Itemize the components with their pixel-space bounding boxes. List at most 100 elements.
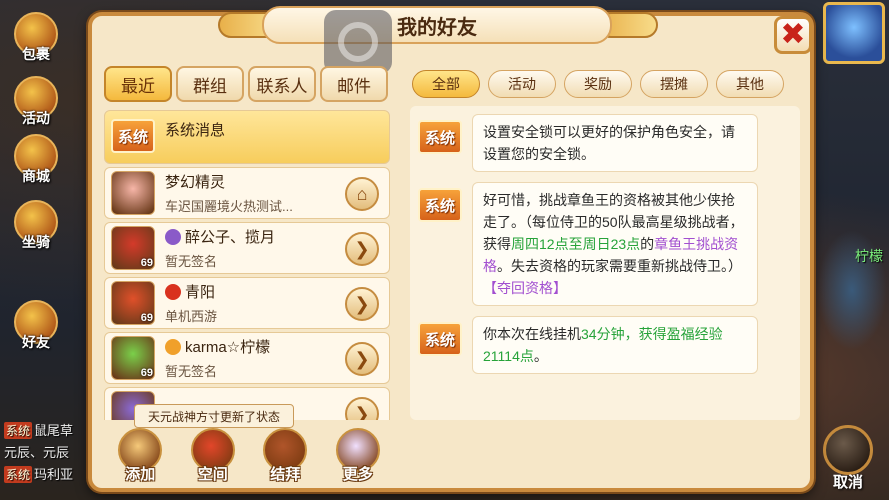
chat-line: 元辰、元辰	[4, 442, 69, 461]
message-bubble: 设置安全锁可以更好的保护角色安全，请设置您的安全锁。	[472, 114, 758, 172]
avatar[interactable]: 69	[111, 336, 155, 380]
left-menu-0[interactable]: 包裹	[8, 8, 64, 64]
level-badge: 69	[140, 257, 153, 269]
arrow-button[interactable]: ❯	[345, 342, 379, 376]
home-button[interactable]: ⌂	[345, 177, 379, 211]
contact-name-text: 青阳	[185, 284, 216, 301]
message-filters: 全部 活动 奖励 摆摊 其他	[412, 70, 784, 98]
level-badge: 69	[140, 367, 153, 379]
contact-name: 醉公子、揽月	[165, 226, 275, 247]
contact-name: 系统消息	[165, 122, 226, 139]
contact-name-text: 梦幻精灵	[165, 174, 226, 191]
message-text: ，获得盈福经验	[624, 326, 723, 342]
arrow-button[interactable]: ❯	[345, 232, 379, 266]
contact-name-text: 醉公子、揽月	[185, 229, 276, 246]
contact-list[interactable]: 系统 系统消息梦幻精灵车迟国麗境火热测试... ⌂ 69 醉公子、揽月暂无签名 ❯ 69 青阳…	[104, 110, 390, 420]
scene-name-text: 柠檬	[855, 248, 883, 264]
player-avatar[interactable]	[823, 2, 885, 64]
friend-tabs: 最近 群组 联系人 邮件	[104, 66, 388, 102]
reclaim-link[interactable]: 【夺回资格】	[483, 280, 567, 296]
filter-3[interactable]: 摆摊	[640, 70, 708, 98]
contact-signature: 暂无签名	[165, 254, 218, 269]
filter-4[interactable]: 其他	[716, 70, 784, 98]
arrow-button[interactable]: ❯	[345, 397, 379, 420]
cancel-label: 取消	[832, 474, 863, 491]
contact-row[interactable]: 69 青阳单机西游 ❯	[104, 277, 390, 329]
tab-3[interactable]: 邮件	[320, 66, 388, 102]
guild-icon	[165, 283, 181, 300]
level-badge: 69	[140, 312, 153, 324]
left-menu-label: 包裹	[22, 46, 50, 62]
message-text: 你本次在线挂机	[483, 326, 581, 342]
message-bubble: 你本次在线挂机34分钟，获得盈福经验 21114点。	[472, 316, 758, 374]
message-text: 的	[640, 236, 655, 252]
avatar[interactable]: 69	[111, 226, 155, 270]
system-badge: 系统	[418, 120, 462, 154]
left-menu-label: 商城	[22, 168, 50, 184]
avatar[interactable]	[111, 171, 155, 215]
action-label: 更多	[342, 466, 373, 483]
contact-text: 系统消息	[165, 119, 225, 140]
action-button-1[interactable]: 空间	[185, 428, 241, 484]
filter-1[interactable]: 活动	[488, 70, 556, 98]
filter-2[interactable]: 奖励	[564, 70, 632, 98]
message-text: 周四12点至周日23点	[511, 236, 641, 252]
arrow-button[interactable]: ❯	[345, 287, 379, 321]
left-menu-label: 好友	[22, 334, 50, 350]
chat-text: 鼠尾草	[34, 423, 74, 438]
status-tooltip-text: 天元战神方寸更新了状态	[147, 409, 280, 424]
left-menu-4[interactable]: 好友	[8, 296, 64, 352]
system-badge: 系统	[111, 119, 155, 153]
chat-system-tag: 系统	[4, 466, 33, 483]
status-tooltip: 天元战神方寸更新了状态	[134, 404, 294, 428]
message-text: 设置安全锁可以更好的保护角色安全，请设置您的安全锁。	[483, 124, 735, 162]
filter-0[interactable]: 全部	[412, 70, 480, 98]
action-button-0[interactable]: 添加	[112, 428, 168, 484]
left-menu-2[interactable]: 商城	[8, 130, 64, 186]
message-text: 34分钟	[581, 326, 625, 342]
assistive-ring-icon	[338, 22, 378, 62]
message-bubble: 好可惜，挑战章鱼王的资格被其他少侠抢走了。（每位侍卫的50队最高星级挑战者，获得…	[472, 182, 758, 306]
contact-text: 青阳单机西游	[165, 281, 217, 325]
contact-signature: 单机西游	[165, 309, 218, 324]
contact-name: 梦幻精灵	[165, 171, 293, 192]
cancel-icon	[823, 425, 873, 475]
left-menu-1[interactable]: 活动	[8, 72, 64, 128]
message-item: 系统 设置安全锁可以更好的保护角色安全，请设置您的安全锁。	[418, 114, 790, 172]
contact-row-system[interactable]: 系统 系统消息	[104, 110, 390, 164]
message-item: 系统 你本次在线挂机34分钟，获得盈福经验 21114点。	[418, 316, 790, 374]
message-text: 。	[533, 348, 548, 364]
close-button[interactable]: ✖	[774, 16, 812, 54]
avatar[interactable]: 69	[111, 281, 155, 325]
tab-2[interactable]: 联系人	[248, 66, 316, 102]
contact-name: 青阳	[165, 281, 217, 302]
cancel-button[interactable]: 取消	[817, 422, 879, 492]
message-text: 。失去资格的玩家需要重新挑战侍卫。）	[497, 258, 742, 274]
action-label: 结拜	[270, 466, 301, 483]
tab-0[interactable]: 最近	[104, 66, 172, 102]
action-button-3[interactable]: 更多	[330, 428, 386, 484]
left-menu-3[interactable]: 坐骑	[8, 196, 64, 252]
message-list[interactable]: 系统 设置安全锁可以更好的保护角色安全，请设置您的安全锁。 系统 好可惜，挑战章鱼王的…	[410, 106, 800, 420]
contact-row[interactable]: 69 karma☆柠檬 暂无签名 ❯	[104, 332, 390, 384]
chat-system-tag: 系统	[4, 422, 33, 439]
panel-title-text: 我的好友	[397, 16, 477, 39]
bottom-action-bar: 添加 空间 结拜 更多	[104, 428, 394, 484]
chat-line: 系统 鼠尾草	[4, 420, 73, 439]
contact-name: karma☆柠檬	[165, 336, 270, 357]
action-button-2[interactable]: 结拜	[257, 428, 313, 484]
contact-signature: 车迟国麗境火热测试...	[165, 199, 293, 214]
guild-icon	[165, 228, 181, 245]
system-badge: 系统	[418, 322, 462, 356]
left-menu-label: 坐骑	[22, 234, 50, 250]
contact-row[interactable]: 69 醉公子、揽月暂无签名 ❯	[104, 222, 390, 274]
guild-icon	[165, 338, 181, 355]
chat-line: 系统 玛利亚	[4, 464, 73, 483]
message-text: 21114点	[483, 348, 534, 364]
floating-assistive-button[interactable]	[324, 10, 392, 74]
message-item: 系统 好可惜，挑战章鱼王的资格被其他少侠抢走了。（每位侍卫的50队最高星级挑战者，…	[418, 182, 790, 306]
contact-name-text: karma☆柠檬	[185, 339, 271, 356]
chat-text: 玛利亚	[34, 467, 74, 482]
tab-1[interactable]: 群组	[176, 66, 244, 102]
contact-row[interactable]: 梦幻精灵车迟国麗境火热测试... ⌂	[104, 167, 390, 219]
